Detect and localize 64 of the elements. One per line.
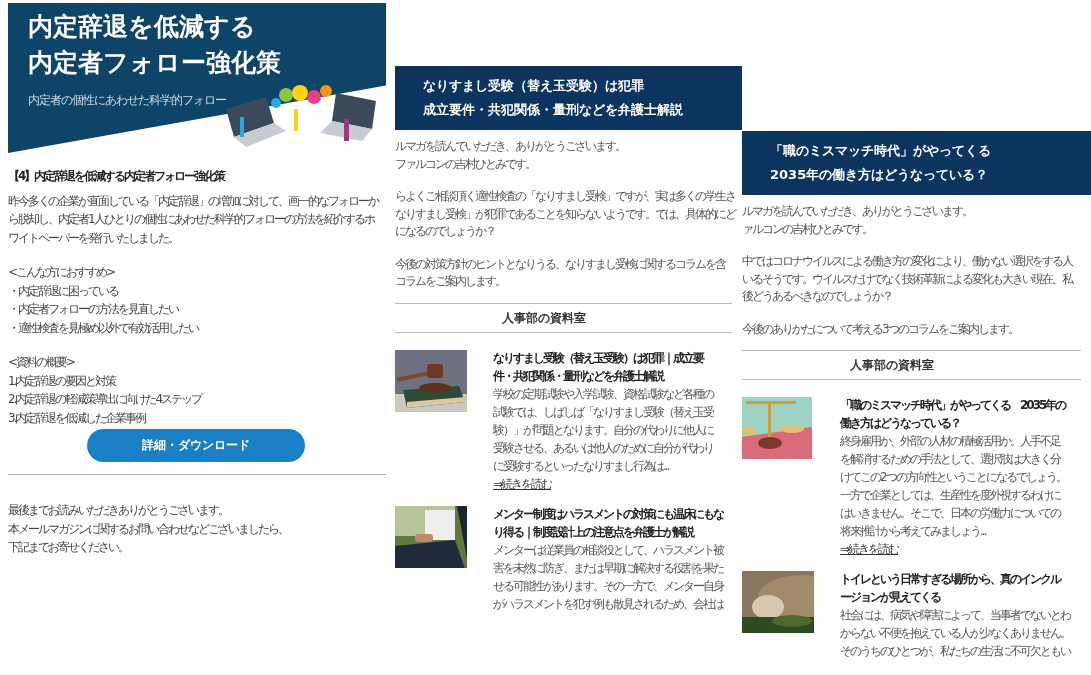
header-title: 成立要件・共犯関係・量刑などを弁護士解説 <box>423 101 684 119</box>
intro-line: 後どうあるべきなのでしょうか？ <box>742 288 893 305</box>
article-text: 害を未然に防ぎ、または早期に解決する役割を果た <box>493 559 723 577</box>
article-text: 一方で企業としては、生産性を度外視するわけに <box>840 487 1062 504</box>
banner-subtitle: 内定者の個性にあわせた科学的フォロー <box>28 92 227 109</box>
article-title: 「職のミスマッチ時代」がやってくる 2035年の <box>840 397 1066 414</box>
article-text: 受験させる、あるいは他人のために自分が代わり <box>493 439 713 457</box>
article-title: 件・共犯関係・量刑などを弁護士解説 <box>493 367 665 385</box>
list-heading: <こんな方におすすめ> <box>8 264 116 281</box>
list-item: 2.内定辞退の軽減策導出に向けた4ステップ <box>8 391 203 408</box>
article-text: 将来推計から考えてみましょう... <box>840 523 987 540</box>
article-text: からない不便を抱えている人が少なくありません。 <box>840 625 1070 642</box>
intro-line: 中ではコロナウイルスによる働き方の変化により、働かない選択をする人 <box>742 253 1074 270</box>
closing-text: 下記までお寄せください。 <box>8 539 129 556</box>
intro-line: 今後の対策方針のヒントとなりうる、なりすまし受検に関するコラムを含 <box>395 255 727 273</box>
banner-title: 内定辞退を低減する <box>28 11 257 43</box>
article-title: ージョンが見えてくる <box>840 589 942 606</box>
intro-line: ルマガを読んでいただき、ありがとうございます。 <box>395 138 626 155</box>
article-title: り得る｜制度設計上の注意点を弁護士が解説 <box>493 523 695 541</box>
intro-line: いるそうです。ウイルスだけでなく技術革新による変化も大きい現在、私 <box>742 270 1074 288</box>
article-text: そのうちのひとつが、私たちの生活に不可欠ともい <box>840 643 1070 660</box>
intro-line: らよくご相談頂く適性検査の「なりすまし受検」ですが、実は多くの学生さ <box>395 188 736 205</box>
list-item: 1.内定辞退の要因と対策 <box>8 372 117 390</box>
header-title: なりすまし受験（替え玉受験）は犯罪 <box>423 77 645 95</box>
article-text: 終身雇用か、外部の人材の積極活用か。人手不足 <box>840 433 1062 450</box>
article-text: がハラスメントを犯す例も散見されるため、会社は <box>493 595 723 613</box>
article-text: 験）」が問題となります。自分の代わりに他人に <box>493 421 713 439</box>
list-item: ・内定者フォローの方法を見直したい <box>8 301 180 318</box>
intro-line: コラムをご案内します。 <box>395 273 506 290</box>
read-more-link[interactable]: ⇒続きを読む <box>493 474 552 493</box>
article-title: トイレという日常すぎる場所から、真のインクル <box>840 571 1062 588</box>
read-more-link[interactable]: ⇒続きを読む <box>840 540 899 558</box>
article-text: メンターは従業員の相談役として、ハラスメント被 <box>493 541 723 559</box>
article-text: けてこの2つの方向性ということになるでしょう。 <box>840 469 1066 486</box>
article-text: を解消するための手法として、選択肢は大きく分 <box>840 451 1062 468</box>
intro-line: 今後のありかたについて考える3つのコラムをご案内します。 <box>742 320 1019 338</box>
article-title: メンター制度はハラスメントの対策にも温床にもな <box>493 505 723 523</box>
article-text: はいきません。そこで、日本の労働力についての <box>840 505 1062 522</box>
list-heading: <資料の概要> <box>8 354 76 371</box>
list-item: 3.内定辞退を低減した企業事例 <box>8 409 147 427</box>
intro-line: ファルコンの吉村ひとみです。 <box>395 155 536 173</box>
article-text: に受験するといったなりすまし行為は... <box>493 457 670 475</box>
article-text: 学校の定期試験や入学試験、資格試験など各種の <box>493 385 713 403</box>
article-text: せる可能性があります。その一方で、メンター自身 <box>493 577 723 595</box>
article-text: 試験では、しばしば「なりすまし受験（替え玉受 <box>493 403 713 421</box>
intro-line: なりすまし受検」が犯罪であることを知らないようです。では、具体的にど <box>395 205 737 223</box>
banner-title: 内定者フォロー強化策 <box>28 47 282 79</box>
download-button[interactable]: 詳細・ダウンロード <box>87 429 305 462</box>
list-item: ・適性検査を見極め以外で有効活用したい <box>8 319 200 337</box>
article-title: 働き方はどうなっている？ <box>840 415 961 432</box>
article-text: 社会には、病気や障害によって、当事者でないとわ <box>840 607 1070 624</box>
section-title: 人事部の資料室 <box>501 309 586 327</box>
intro-line: ルマガを読んでいただき、ありがとうございます。 <box>742 203 973 220</box>
section-heading: 【4】内定辞退を低減する内定者フォロー強化策 <box>8 168 226 185</box>
intro-line: になるのでしょうか？ <box>395 223 496 240</box>
intro-line: ァルコンの吉村ひとみです。 <box>742 220 873 238</box>
header-title: 2035年の働き方はどうなっている？ <box>770 166 990 184</box>
header-title: 「職のミスマッチ時代」がやってくる <box>770 142 992 160</box>
intro-text: 昨今多くの企業が直面している「内定辞退」の増加に対して、画一的なフォローから脱却し、内定者1人ひとりの個性にあわせた科学的フォローの方法を紹介するホワイトペーパーを発行いたしました。 <box>8 192 380 247</box>
article-title: なりすまし受験（替え玉受験）は犯罪｜成立要 <box>493 349 705 367</box>
list-item: ・内定辞退に困っている <box>8 282 120 300</box>
closing-text: 本メールマガジンに関するお問い合わせなどございましたら、 <box>8 520 289 538</box>
section-title: 人事部の資料室 <box>849 357 934 374</box>
closing-text: 最後までお読みいただきありがとうございます。 <box>8 502 229 519</box>
